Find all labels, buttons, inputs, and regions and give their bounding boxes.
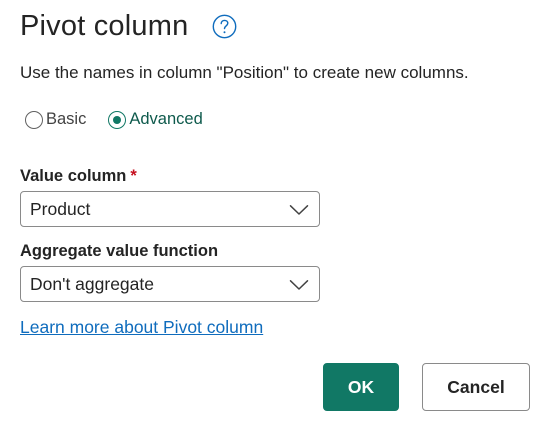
value-column-selected: Product	[30, 198, 91, 219]
radio-advanced[interactable]: Advanced	[108, 110, 203, 129]
radio-advanced-label[interactable]: Advanced	[129, 110, 202, 129]
value-column-label-text: Value column	[20, 167, 127, 185]
aggregate-selected: Don't aggregate	[30, 273, 154, 294]
ok-button[interactable]: OK	[323, 363, 399, 411]
aggregate-label: Aggregate value function	[20, 242, 219, 260]
radio-basic-indicator[interactable]	[25, 110, 43, 129]
mode-radio-group: Basic Advanced	[25, 110, 203, 129]
learn-more-link[interactable]: Learn more about Pivot column	[20, 317, 263, 338]
radio-advanced-indicator[interactable]	[108, 110, 127, 129]
pivot-column-dialog: Pivot column Use the names in column "Po…	[0, 0, 553, 436]
chevron-down-icon	[289, 278, 309, 290]
radio-basic[interactable]: Basic	[25, 110, 86, 129]
dialog-description: Use the names in column "Position" to cr…	[20, 63, 469, 82]
radio-basic-label[interactable]: Basic	[46, 110, 86, 129]
aggregate-dropdown[interactable]: Don't aggregate	[20, 266, 320, 302]
cancel-button[interactable]: Cancel	[422, 363, 530, 411]
value-column-dropdown[interactable]: Product	[20, 191, 320, 227]
title-row: Pivot column	[20, 10, 237, 43]
chevron-down-icon	[289, 203, 309, 215]
required-mark: *	[130, 167, 137, 185]
value-column-label: Value column *	[20, 167, 137, 186]
question-circle-icon[interactable]	[212, 14, 237, 39]
dialog-title: Pivot column	[20, 10, 189, 42]
